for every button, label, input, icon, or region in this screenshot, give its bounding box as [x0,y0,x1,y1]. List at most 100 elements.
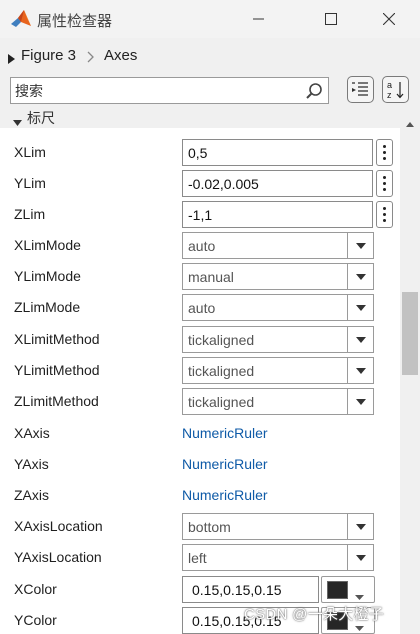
prop-name: ZLimMode [14,299,81,315]
prop-name: ZLimitMethod [14,393,99,409]
prop-row-xlim: XLim 0,5 [0,138,400,169]
svg-text:a: a [387,80,392,90]
section-header-rulers[interactable]: 标尺 [0,108,400,128]
dropdown-arrow-icon[interactable] [347,233,373,258]
breadcrumb-axes[interactable]: Axes [104,47,137,64]
prop-name: XAxisLocation [14,518,103,534]
prop-name: YColor [14,612,57,628]
prop-row-xlimitmethod: XLimitMethod tickaligned [0,325,400,356]
ylimmode-select[interactable]: manual [182,263,374,290]
property-list: 标尺 XLim 0,5 YLim -0.02,0.005 ZLim -1,1 X… [0,108,400,634]
prop-name: XLimitMethod [14,331,100,347]
dropdown-arrow-icon[interactable] [347,327,373,352]
prop-row-ylimmode: YLimMode manual [0,262,400,293]
chevron-right-icon [87,50,95,66]
select-value: tickaligned [188,363,255,379]
xlimmode-select[interactable]: auto [182,232,374,259]
prop-name: YLimitMethod [14,362,100,378]
prop-name: YLim [14,175,46,191]
xlim-field[interactable]: 0,5 [182,139,373,166]
prop-row-xlimmode: XLimMode auto [0,231,400,262]
select-value: manual [188,269,234,285]
search-row: a z [0,74,420,108]
title-bar: 属性检查器 [0,0,420,38]
caret-down-icon[interactable] [13,114,22,130]
scroll-up-arrow-icon[interactable] [406,114,414,130]
xlimitmethod-select[interactable]: tickaligned [182,326,374,353]
window-title: 属性检查器 [37,13,113,30]
vertical-scrollbar[interactable] [400,108,420,634]
prop-name: YAxis [14,456,49,472]
search-box[interactable] [10,77,329,104]
xaxis-link[interactable]: NumericRuler [182,425,268,441]
minimize-icon [253,18,264,20]
prop-name: YLimMode [14,268,81,284]
dropdown-arrow-icon[interactable] [347,295,373,320]
yaxislocation-select[interactable]: left [182,544,374,571]
dropdown-arrow-icon [355,587,364,603]
select-value: tickaligned [188,394,255,410]
breadcrumb: Figure 3 Axes [0,38,420,75]
dropdown-arrow-icon[interactable] [347,264,373,289]
matlab-logo-icon [10,9,32,29]
caret-right-icon[interactable] [8,51,16,67]
close-icon [383,13,395,25]
zlimitmethod-select[interactable]: tickaligned [182,388,374,415]
prop-row-zaxis: ZAxis NumericRuler [0,481,400,512]
zlim-field[interactable]: -1,1 [182,201,373,228]
more-options-button[interactable] [376,170,393,197]
more-options-button[interactable] [376,201,393,228]
ylim-field[interactable]: -0.02,0.005 [182,170,373,197]
more-options-button[interactable] [376,139,393,166]
dropdown-arrow-icon[interactable] [347,358,373,383]
maximize-button[interactable] [308,0,354,38]
prop-row-zlimmode: ZLimMode auto [0,293,400,324]
prop-name: XAxis [14,425,50,441]
prop-name: XColor [14,581,57,597]
prop-row-yaxis: YAxis NumericRuler [0,450,400,481]
maximize-icon [325,13,337,25]
prop-row-xaxis: XAxis NumericRuler [0,419,400,450]
prop-row-ylim: YLim -0.02,0.005 [0,169,400,200]
select-value: auto [188,238,216,254]
breadcrumb-figure[interactable]: Figure 3 [21,47,76,64]
prop-row-ylimitmethod: YLimitMethod tickaligned [0,356,400,387]
prop-name: YAxisLocation [14,549,102,565]
close-button[interactable] [366,0,412,38]
prop-row-xaxislocation: XAxisLocation bottom [0,512,400,543]
select-value: bottom [188,519,231,535]
select-value: left [188,550,207,566]
prop-name: XLimMode [14,237,81,253]
dropdown-arrow-icon[interactable] [347,514,373,539]
xcolor-field[interactable]: 0.15,0.15,0.15 [182,576,319,603]
prop-name: XLim [14,144,46,160]
group-view-button[interactable] [347,76,374,103]
minimize-button[interactable] [236,0,282,38]
sort-alpha-button[interactable]: a z [382,76,409,103]
prop-row-zlimitmethod: ZLimitMethod tickaligned [0,387,400,418]
watermark: CSDN @一朵大橙子 [244,606,385,623]
yaxis-link[interactable]: NumericRuler [182,456,268,472]
dropdown-arrow-icon[interactable] [347,545,373,570]
prop-row-xcolor: XColor 0.15,0.15,0.15 [0,575,400,606]
xcolor-picker-button[interactable] [321,576,375,603]
zlimmode-select[interactable]: auto [182,294,374,321]
ylimitmethod-select[interactable]: tickaligned [182,357,374,384]
prop-row-yaxislocation: YAxisLocation left [0,543,400,574]
select-value: tickaligned [188,332,255,348]
scrollbar-thumb[interactable] [402,292,418,375]
prop-name: ZLim [14,206,46,222]
search-icon[interactable] [305,82,323,103]
svg-text:z: z [387,90,392,100]
prop-row-zlim: ZLim -1,1 [0,200,400,231]
xaxislocation-select[interactable]: bottom [182,513,374,540]
prop-name: ZAxis [14,487,49,503]
zaxis-link[interactable]: NumericRuler [182,487,268,503]
dropdown-arrow-icon[interactable] [347,389,373,414]
search-input[interactable] [15,81,295,100]
section-label: 标尺 [27,110,55,126]
sort-az-icon: a z [387,80,403,100]
list-view-icon [352,82,368,96]
color-swatch [327,581,348,599]
select-value: auto [188,300,216,316]
